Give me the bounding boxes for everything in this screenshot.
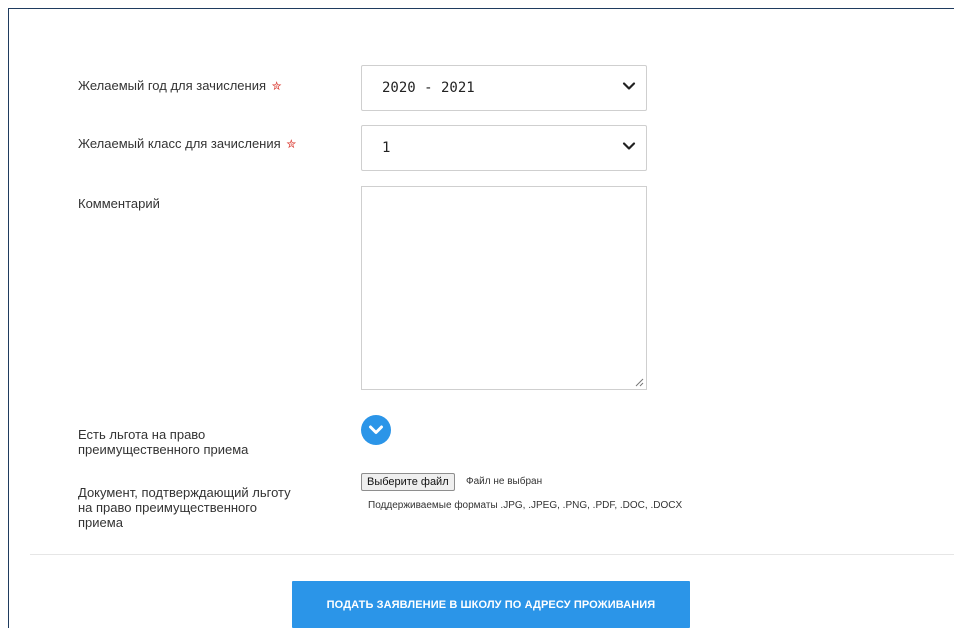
submit-button[interactable]: ПОДАТЬ ЗАЯВЛЕНИЕ В ШКОЛУ ПО АДРЕСУ ПРОЖИ…: [292, 581, 690, 628]
class-label: Желаемый класс для зачисления ✮: [78, 136, 296, 152]
chevron-down-icon: [622, 142, 636, 150]
resize-grip-icon[interactable]: [635, 378, 644, 387]
year-label-text: Желаемый год для зачисления: [78, 78, 266, 93]
benefit-label: Есть льгота на право преимущественного п…: [78, 427, 249, 457]
year-select-value: 2020 - 2021: [382, 80, 475, 96]
chevron-down-icon: [369, 425, 383, 434]
formats-hint: Поддерживаемые форматы .JPG, .JPEG, .PNG…: [368, 500, 683, 511]
benefit-toggle[interactable]: [361, 415, 391, 445]
required-star-icon: ✮: [286, 137, 297, 151]
comment-label: Комментарий: [78, 196, 160, 211]
year-label: Желаемый год для зачисления ✮: [78, 78, 282, 94]
file-status: Файл не выбран: [466, 476, 543, 487]
year-select[interactable]: 2020 - 2021: [361, 65, 647, 111]
document-label: Документ, подтверждающий льготу на право…: [78, 485, 291, 530]
chevron-down-icon: [622, 82, 636, 90]
choose-file-button[interactable]: Выберите файл: [361, 473, 455, 491]
divider: [30, 554, 954, 555]
required-star-icon: ✮: [271, 79, 282, 93]
class-label-text: Желаемый класс для зачисления: [78, 136, 281, 151]
comment-textarea[interactable]: [361, 186, 647, 390]
class-select[interactable]: 1: [361, 125, 647, 171]
class-select-value: 1: [382, 140, 391, 156]
